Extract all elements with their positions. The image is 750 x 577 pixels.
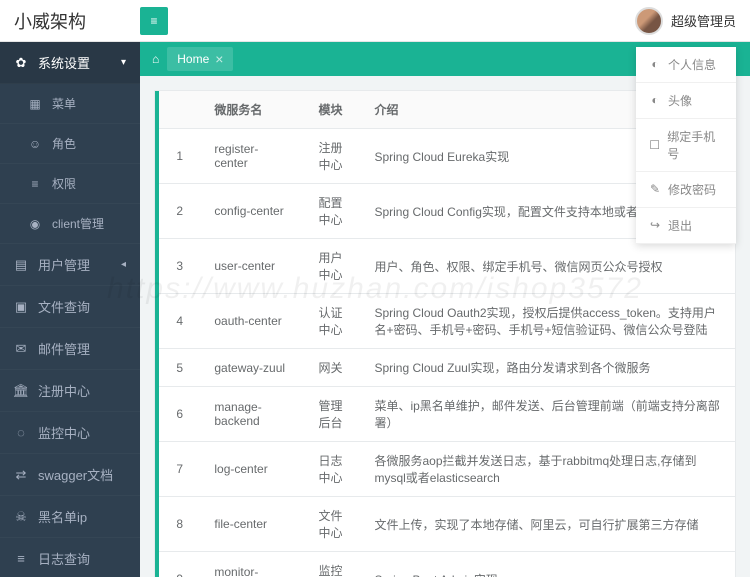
chevron-left-icon: ◂ — [121, 259, 126, 270]
app-logo: 小威架构 — [14, 8, 140, 34]
header: 小威架构 ≡ 超级管理员 ◐个人信息◐头像☐绑定手机号✎修改密码↪退出 — [0, 0, 750, 42]
user-avatar[interactable] — [635, 7, 663, 35]
table-row: 4oauth-center认证中心Spring Cloud Oauth2实现，授… — [159, 294, 735, 349]
chevron-down-icon: ▾ — [121, 57, 126, 68]
menu-icon: ↪ — [648, 218, 662, 232]
item-icon: ▤ — [14, 257, 28, 273]
item-icon: ⇄ — [14, 467, 28, 483]
item-icon: ≡ — [14, 551, 28, 566]
table-row: 6manage-backend管理后台菜单、ip黑名单维护，邮件发送、后台管理前… — [159, 387, 735, 442]
item-icon: ☺ — [28, 137, 42, 151]
sidebar-item[interactable]: ▤用户管理◂ — [0, 244, 140, 286]
tab-home[interactable]: Home × — [167, 47, 233, 71]
gear-icon: ✿ — [14, 55, 28, 71]
item-icon: ☠ — [14, 509, 28, 525]
item-icon: ▣ — [14, 299, 28, 315]
hamburger-icon: ≡ — [150, 14, 157, 28]
user-menu-item[interactable]: ✎修改密码 — [636, 172, 736, 208]
sidebar-sub-item[interactable]: ≡权限 — [0, 164, 140, 204]
user-dropdown: ◐个人信息◐头像☐绑定手机号✎修改密码↪退出 — [636, 47, 736, 244]
item-icon: ≡ — [28, 177, 42, 191]
user-menu-item[interactable]: ↪退出 — [636, 208, 736, 244]
sidebar-sub-item[interactable]: ☺角色 — [0, 124, 140, 164]
sidebar-sub-item[interactable]: ◉client管理 — [0, 204, 140, 244]
sidebar-item[interactable]: ≡日志查询 — [0, 538, 140, 577]
close-icon[interactable]: × — [215, 51, 223, 67]
item-icon: ◉ — [28, 217, 42, 231]
user-menu-item[interactable]: ☐绑定手机号 — [636, 119, 736, 172]
home-icon[interactable]: ⌂ — [152, 52, 159, 66]
table-row: 5gateway-zuul网关Spring Cloud Zuul实现，路由分发请… — [159, 349, 735, 387]
menu-icon: ◐ — [648, 93, 662, 107]
table-row: 3user-center用户中心用户、角色、权限、绑定手机号、微信网页公众号授权 — [159, 239, 735, 294]
user-menu-item[interactable]: ◐头像 — [636, 83, 736, 119]
table-header: 模块 — [305, 91, 361, 129]
menu-icon: ◐ — [648, 57, 662, 71]
sidebar-item[interactable]: ⇄swagger文档 — [0, 454, 140, 496]
sidebar-item[interactable]: ◌监控中心 — [0, 412, 140, 454]
item-icon: 🏛 — [14, 383, 28, 399]
item-icon: ▦ — [28, 97, 42, 111]
sidebar-item[interactable]: ✉邮件管理 — [0, 328, 140, 370]
item-icon: ✉ — [14, 341, 28, 357]
item-icon: ◌ — [14, 425, 28, 440]
sidebar-sub-item[interactable]: ▦菜单 — [0, 84, 140, 124]
username-label: 超级管理员 — [671, 11, 736, 30]
toggle-sidebar-button[interactable]: ≡ — [140, 7, 168, 35]
table-row: 7log-center日志中心各微服务aop拦截并发送日志，基于rabbitmq… — [159, 442, 735, 497]
table-header: 微服务名 — [200, 91, 304, 129]
menu-icon: ✎ — [648, 182, 662, 196]
table-row: 9monitor-center监控中心Spring Boot Admin实现 — [159, 552, 735, 577]
user-menu-item[interactable]: ◐个人信息 — [636, 47, 736, 83]
sidebar-item-system[interactable]: ✿ 系统设置 ▾ — [0, 42, 140, 84]
sidebar-item[interactable]: 🏛注册中心 — [0, 370, 140, 412]
sidebar-item[interactable]: ▣文件查询 — [0, 286, 140, 328]
menu-icon: ☐ — [648, 138, 661, 152]
table-header — [159, 91, 200, 129]
table-row: 8file-center文件中心文件上传，实现了本地存储、阿里云，可自行扩展第三… — [159, 497, 735, 552]
sidebar-item[interactable]: ☠黑名单ip — [0, 496, 140, 538]
sidebar: ✿ 系统设置 ▾ ▦菜单☺角色≡权限◉client管理 ▤用户管理◂▣文件查询✉… — [0, 42, 140, 577]
header-user[interactable]: 超级管理员 ◐个人信息◐头像☐绑定手机号✎修改密码↪退出 — [635, 7, 736, 35]
